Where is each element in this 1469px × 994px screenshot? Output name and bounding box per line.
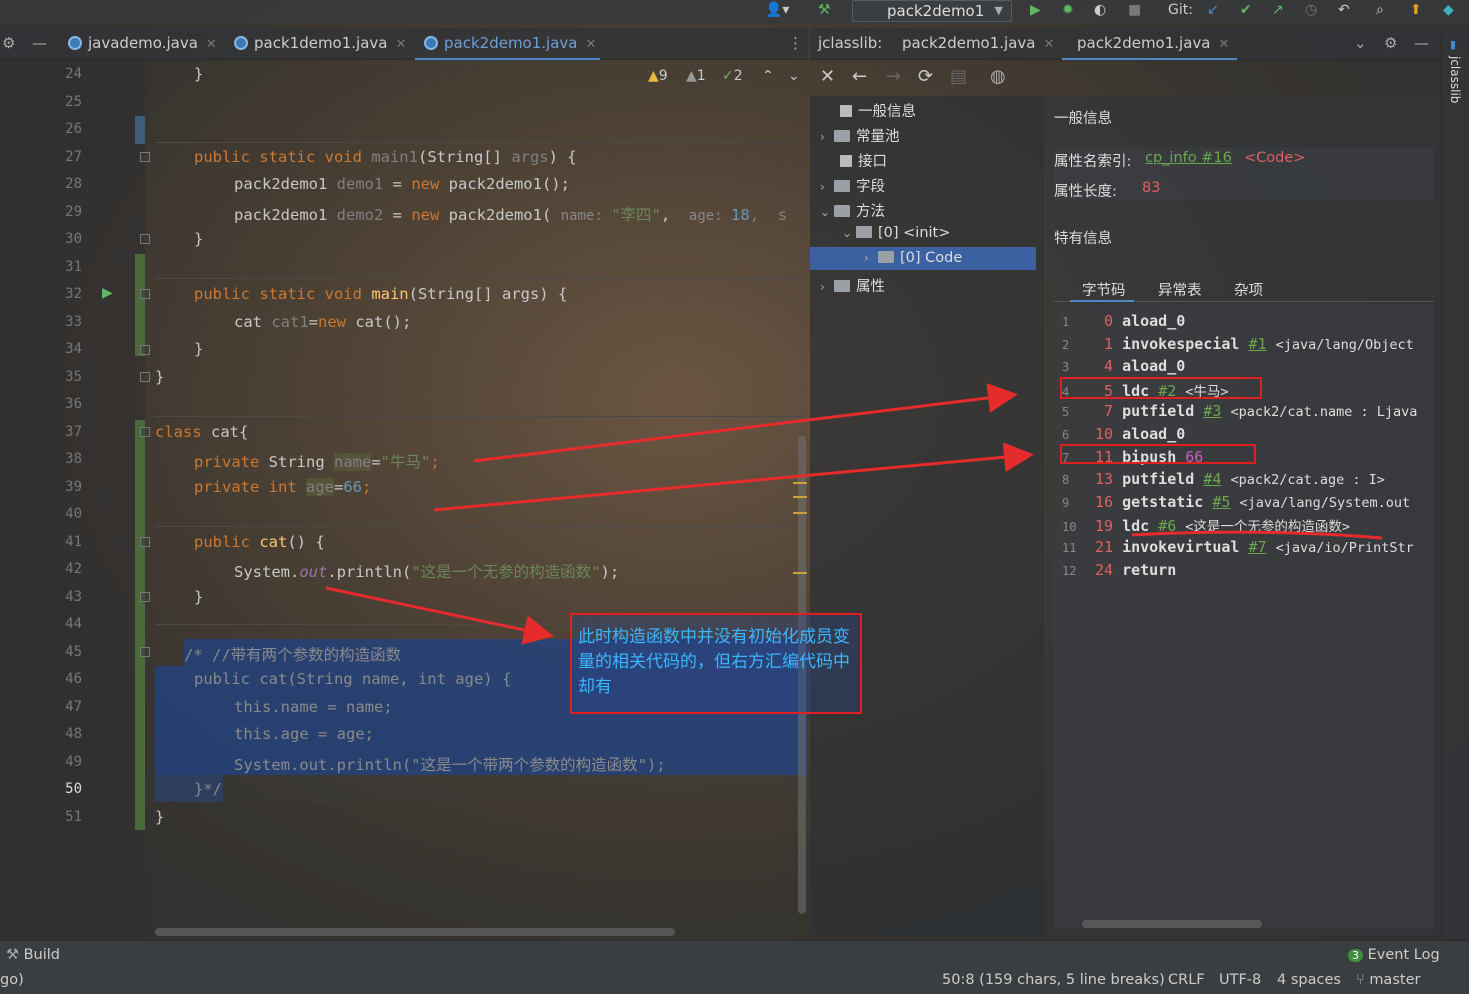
file-encoding[interactable]: UTF-8 [1219,972,1261,988]
build-tool-button[interactable]: ⚒ Build [6,947,60,963]
arrow-name-to-ldc [473,383,1018,463]
event-count-badge: 3 [1348,949,1363,962]
event-log-button[interactable]: 3 Event Log [1348,947,1440,963]
status-bar: go) 50:8 (159 chars, 5 line breaks) CRLF… [0,968,1469,994]
status-left: go) [0,972,24,988]
git-branch[interactable]: ⑂ master [1356,972,1420,988]
caret-position[interactable]: 50:8 (159 chars, 5 line breaks) [942,972,1165,988]
annotation-arrows [325,383,1383,645]
tool-window-bar: ⚒ Build 3 Event Log [0,940,1469,968]
underline-mark [1131,530,1383,540]
arrow-constructor-to-callout [325,586,554,645]
line-separator[interactable]: CRLF [1168,972,1205,988]
indent-setting[interactable]: 4 spaces [1277,972,1341,988]
branch-icon: ⑂ [1356,972,1365,988]
arrow-age-to-bipush [433,442,1034,512]
hammer-icon: ⚒ [6,947,19,963]
